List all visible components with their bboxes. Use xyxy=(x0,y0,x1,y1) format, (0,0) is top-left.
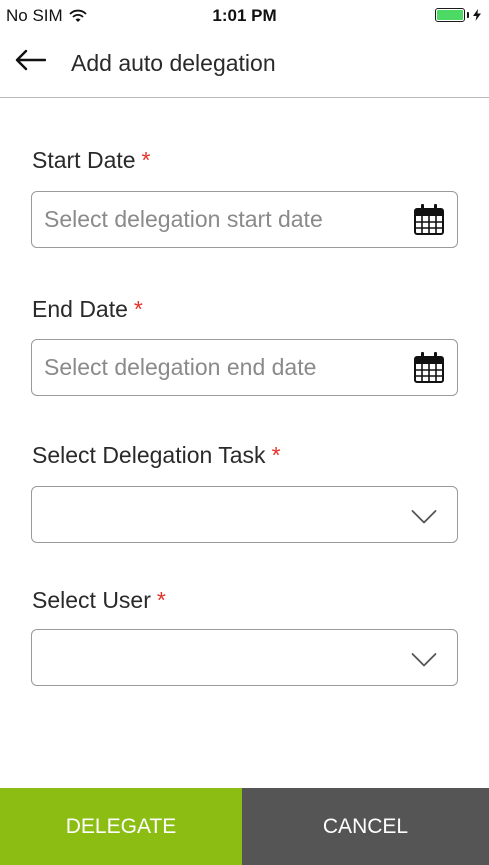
cancel-button[interactable]: CANCEL xyxy=(242,788,489,865)
carrier-label: No SIM xyxy=(6,6,63,25)
required-marker: * xyxy=(133,296,143,322)
end-date-label: End Date * xyxy=(32,296,143,323)
required-marker: * xyxy=(156,587,166,613)
start-date-field[interactable] xyxy=(31,191,458,248)
delegation-task-label-text: Select Delegation Task xyxy=(32,442,266,468)
delegate-button[interactable]: DELEGATE xyxy=(0,788,242,865)
start-date-label: Start Date * xyxy=(32,147,151,174)
page-title: Add auto delegation xyxy=(71,50,276,76)
start-date-input[interactable] xyxy=(44,192,394,247)
user-label-text: Select User xyxy=(32,587,151,613)
battery-charging-icon xyxy=(435,8,465,22)
status-left: No SIM xyxy=(6,6,87,26)
arrow-left-icon xyxy=(15,49,46,71)
delegation-task-label: Select Delegation Task * xyxy=(32,442,281,469)
battery-level xyxy=(437,10,463,20)
end-date-field[interactable] xyxy=(31,339,458,396)
end-date-input[interactable] xyxy=(44,340,394,395)
wifi-icon xyxy=(69,9,87,22)
start-date-label-text: Start Date xyxy=(32,147,136,173)
required-marker: * xyxy=(141,147,151,173)
end-date-label-text: End Date xyxy=(32,296,128,322)
bolt-icon xyxy=(473,9,481,21)
calendar-icon[interactable] xyxy=(413,203,445,236)
delegation-task-select[interactable] xyxy=(31,486,458,543)
back-button[interactable] xyxy=(10,42,50,78)
user-label: Select User * xyxy=(32,587,166,614)
chevron-down-icon[interactable] xyxy=(411,652,437,668)
footer-actions: DELEGATE CANCEL xyxy=(0,788,489,865)
status-right xyxy=(435,8,481,22)
user-select[interactable] xyxy=(31,629,458,686)
nav-bar: Add auto delegation xyxy=(0,30,489,98)
chevron-down-icon[interactable] xyxy=(411,509,437,525)
required-marker: * xyxy=(271,442,281,468)
status-bar: No SIM 1:01 PM xyxy=(0,0,489,30)
battery-tip xyxy=(467,12,469,18)
calendar-icon[interactable] xyxy=(413,351,445,384)
